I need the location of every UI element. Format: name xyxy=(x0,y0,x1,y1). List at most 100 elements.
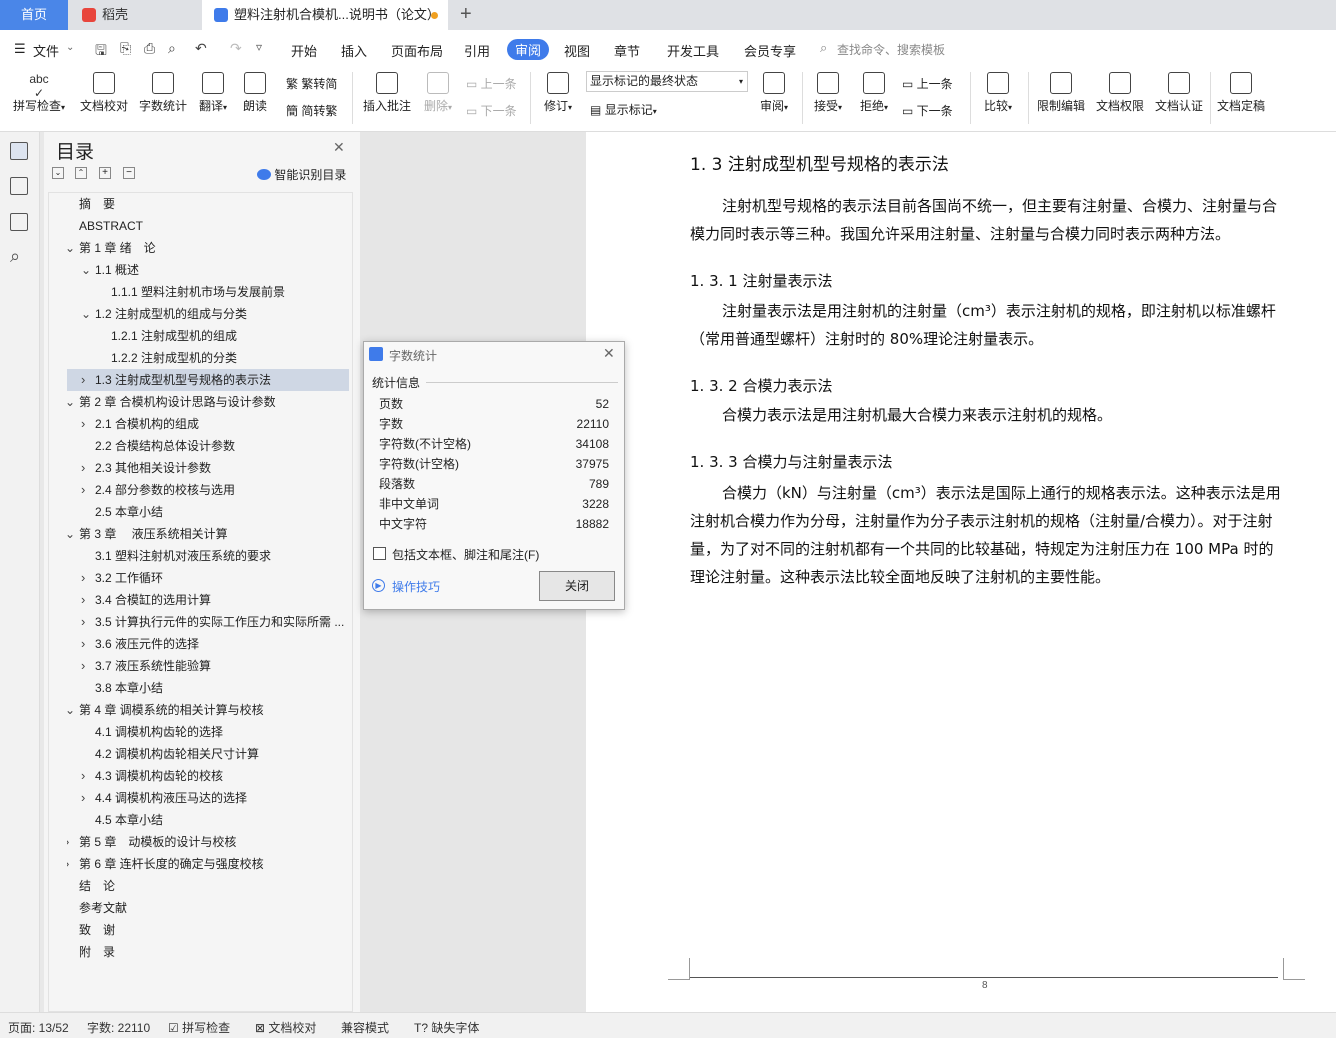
toc-item[interactable]: › 4.3 调模机构齿轮的校核 xyxy=(67,765,349,787)
toc-item[interactable]: 4.2 调模机构齿轮相关尺寸计算 xyxy=(67,743,349,765)
menu-insert[interactable]: 插入 xyxy=(341,41,367,60)
reject-button[interactable]: 拒绝▾ xyxy=(856,72,892,114)
compat-mode[interactable]: 兼容模式 xyxy=(341,1019,389,1036)
toc-item[interactable]: 1.2.2 注射成型机的分类 xyxy=(67,347,349,369)
finalize-doc-button[interactable]: 文档定稿 xyxy=(1214,72,1268,114)
toc-item[interactable]: 摘 要 xyxy=(67,193,349,215)
toc-item[interactable]: › 2.3 其他相关设计参数 xyxy=(67,457,349,479)
read-aloud-button[interactable]: 朗读 xyxy=(240,72,270,114)
toc-item[interactable]: › 4.4 调模机构液压马达的选择 xyxy=(67,787,349,809)
toc-item[interactable]: 结 论 xyxy=(67,875,349,897)
hamburger-icon[interactable]: ☰ xyxy=(14,41,26,57)
restrict-edit-button[interactable]: 限制编辑 xyxy=(1034,72,1088,114)
toc-item[interactable]: 致 谢 xyxy=(67,919,349,941)
spell-check-button[interactable]: abc ✓ 拼写检查▾ xyxy=(10,72,68,114)
chevron-right-icon[interactable]: › xyxy=(81,369,85,391)
toc-item[interactable]: 3.1 塑料注射机对液压系统的要求 xyxy=(67,545,349,567)
chevron-right-icon[interactable]: › xyxy=(81,611,85,633)
prev-comment-button[interactable]: ▭ 上一条 xyxy=(466,75,517,92)
tips-link[interactable]: 操作技巧 xyxy=(392,578,440,595)
remove-level-icon[interactable]: − xyxy=(123,167,135,179)
menu-devtools[interactable]: 开发工具 xyxy=(667,41,719,60)
chevron-right-icon[interactable]: › xyxy=(81,457,85,479)
chevron-right-icon[interactable]: › xyxy=(81,567,85,589)
paragraph[interactable]: 合模力（kN）与注射量（cm³）表示法是国际上通行的规格表示法。这种表示法是用注… xyxy=(690,479,1286,591)
toc-pane-icon[interactable] xyxy=(10,142,28,160)
toc-item[interactable]: › 3.5 计算执行元件的实际工作压力和实际所需 ... xyxy=(67,611,349,633)
print-icon[interactable]: ⎙ xyxy=(144,40,155,57)
expand-all-icon[interactable]: ⌄ xyxy=(52,167,64,179)
word-count-indicator[interactable]: 字数: 22110 xyxy=(87,1019,150,1036)
toc-item[interactable]: 4.1 调模机构齿轮的选择 xyxy=(67,721,349,743)
smart-toc-button[interactable]: 智能识别目录 xyxy=(257,166,346,183)
chevron-right-icon[interactable]: › xyxy=(81,633,85,655)
track-changes-button[interactable]: 修订▾ xyxy=(538,72,578,114)
menu-review[interactable]: 审阅 xyxy=(507,39,550,60)
toc-item[interactable]: › 3.7 液压系统性能验算 xyxy=(67,655,349,677)
missing-font-status[interactable]: T? 缺失字体 xyxy=(414,1019,479,1036)
chevron-right-icon[interactable]: › xyxy=(81,655,85,677)
document-proof-button[interactable]: 文档校对 xyxy=(78,72,130,114)
doc-auth-button[interactable]: 文档认证 xyxy=(1152,72,1206,114)
toc-item[interactable]: › 3.6 液压元件的选择 xyxy=(67,633,349,655)
toc-item[interactable]: 2.2 合模结构总体设计参数 xyxy=(67,435,349,457)
paragraph[interactable]: 注射量表示法是用注射机的注射量（cm³）表示注射机的规格，即注射机以标准螺杆（常… xyxy=(690,297,1286,353)
insert-comment-button[interactable]: 插入批注 xyxy=(360,72,414,114)
toc-item[interactable]: ⌄ 第 2 章 合模机构设计思路与设计参数 xyxy=(67,391,349,413)
chevron-right-icon[interactable]: › xyxy=(67,853,69,875)
menu-start[interactable]: 开始 xyxy=(291,41,317,60)
menu-layout[interactable]: 页面布局 xyxy=(391,41,443,60)
chevron-right-icon[interactable]: › xyxy=(67,831,69,853)
chevron-down-icon[interactable]: ⌄ xyxy=(67,523,75,545)
chevron-right-icon[interactable]: › xyxy=(81,479,85,501)
preview-icon[interactable]: ⌕ xyxy=(168,40,176,57)
menu-member[interactable]: 会员专享 xyxy=(744,41,796,60)
next-comment-button[interactable]: ▭ 下一条 xyxy=(466,102,517,119)
chevron-down-icon[interactable]: ⌄ xyxy=(67,391,75,413)
chevron-right-icon[interactable]: › xyxy=(81,589,85,611)
subsection-heading[interactable]: 1. 3. 2 合模力表示法 xyxy=(690,375,832,396)
toc-item[interactable]: 2.5 本章小结 xyxy=(67,501,349,523)
toc-item[interactable]: 1.1.1 塑料注射机市场与发展前景 xyxy=(67,281,349,303)
quick-access-more-icon[interactable]: ▿ xyxy=(256,40,262,54)
trad-to-simp-button[interactable]: 繁 繁转简 xyxy=(286,75,337,92)
toc-item[interactable]: › 1.3 注射成型机型号规格的表示法 xyxy=(67,369,349,391)
show-markup-button[interactable]: ▤ 显示标记▾ xyxy=(590,101,657,118)
include-textbox-checkbox[interactable] xyxy=(373,547,386,560)
spell-check-status[interactable]: ☑ 拼写检查 xyxy=(168,1019,230,1036)
command-search-input[interactable]: 查找命令、搜索模板 xyxy=(837,41,945,58)
toc-item[interactable]: › 3.4 合模缸的选用计算 xyxy=(67,589,349,611)
proof-status[interactable]: ⊠ 文档校对 xyxy=(255,1019,316,1036)
toc-item[interactable]: ⌄ 1.2 注射成型机的组成与分类 xyxy=(67,303,349,325)
save-icon[interactable]: 🖫 xyxy=(95,40,107,64)
chevron-right-icon[interactable]: › xyxy=(81,413,85,435)
toc-item[interactable]: › 3.2 工作循环 xyxy=(67,567,349,589)
chevron-down-icon[interactable]: ⌄ xyxy=(81,259,91,281)
navigation-icon[interactable] xyxy=(10,177,28,195)
paragraph[interactable]: 注射机型号规格的表示法目前各国尚不统一，但主要有注射量、合模力、注射量与合模力同… xyxy=(690,192,1286,248)
toc-item[interactable]: › 第 5 章 动模板的设计与校核 xyxy=(67,831,349,853)
menu-reference[interactable]: 引用 xyxy=(464,41,490,60)
chevron-right-icon[interactable]: › xyxy=(81,765,85,787)
collapse-all-icon[interactable]: ⌃ xyxy=(75,167,87,179)
menu-view[interactable]: 视图 xyxy=(564,41,590,60)
tab-document[interactable]: 塑料注射机合模机...说明书（论文） xyxy=(202,0,448,30)
close-icon[interactable]: ✕ xyxy=(333,139,345,156)
search-icon[interactable]: ⌕ xyxy=(10,246,20,267)
chevron-down-icon[interactable]: ⌄ xyxy=(66,42,74,53)
toc-item[interactable]: › 2.4 部分参数的校核与选用 xyxy=(67,479,349,501)
toc-item[interactable]: 4.5 本章小结 xyxy=(67,809,349,831)
close-icon[interactable]: ✕ xyxy=(603,345,615,362)
toc-item[interactable]: ⌄ 第 4 章 调模系统的相关计算与校核 xyxy=(67,699,349,721)
accept-button[interactable]: 接受▾ xyxy=(810,72,846,114)
translate-button[interactable]: 翻译▾ xyxy=(196,72,230,114)
toc-item[interactable]: 3.8 本章小结 xyxy=(67,677,349,699)
subsection-heading[interactable]: 1. 3. 3 合模力与注射量表示法 xyxy=(690,451,892,472)
toc-item[interactable]: 附 录 xyxy=(67,941,349,963)
toc-item[interactable]: ⌄ 第 3 章 液压系统相关计算 xyxy=(67,523,349,545)
section-heading[interactable]: 1. 3 注射成型机型号规格的表示法 xyxy=(690,150,949,175)
bookmark-icon[interactable] xyxy=(10,213,28,231)
menu-chapter[interactable]: 章节 xyxy=(614,41,640,60)
search-icon[interactable]: ⌕ xyxy=(820,40,827,56)
chevron-down-icon[interactable]: ⌄ xyxy=(81,303,91,325)
